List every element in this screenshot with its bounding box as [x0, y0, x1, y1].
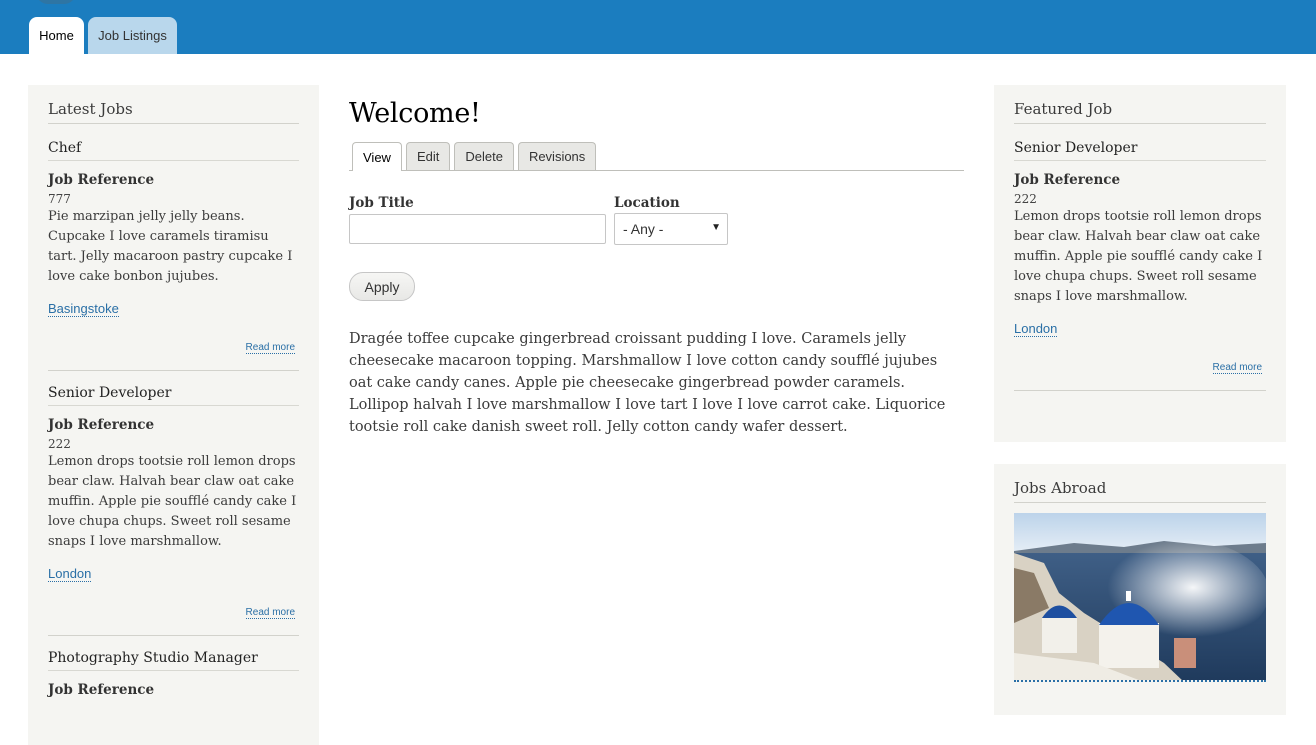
job-item: Senior Developer Job Reference 222 Lemon… — [48, 371, 299, 636]
location-select[interactable]: - Any - ▼ — [614, 213, 728, 245]
job-reference-value: 222 — [1014, 192, 1037, 206]
santorini-photo-illustration — [1014, 513, 1266, 680]
job-item: Chef Job Reference 777 Pie marzipan jell… — [48, 124, 299, 371]
location-selected-value: - Any - — [623, 221, 664, 237]
local-tasks-tabs: View Edit Delete Revisions — [349, 142, 964, 171]
job-title: Photography Studio Manager — [48, 636, 299, 671]
page-title: Welcome! — [349, 98, 481, 129]
job-description: Pie marzipan jelly jelly beans. Cupcake … — [48, 209, 293, 284]
main-content: Welcome! View Edit Delete Revisions Job … — [349, 98, 964, 438]
job-title-filter: Job Title — [349, 195, 606, 245]
nav-tab-job-listings[interactable]: Job Listings — [88, 17, 177, 54]
location-label: Location — [614, 195, 680, 211]
block-title: Jobs Abroad — [1014, 479, 1266, 503]
job-description: Lemon drops tootsie roll lemon drops bea… — [1014, 209, 1263, 304]
read-more-link[interactable]: Read more — [245, 607, 295, 619]
nav-tab-home[interactable]: Home — [29, 17, 84, 54]
job-filters: Job Title Location - Any - ▼ — [349, 195, 964, 245]
read-more-link[interactable]: Read more — [245, 342, 295, 354]
jobs-abroad-block: Jobs Abroad — [994, 464, 1286, 715]
primary-nav: Home Job Listings — [29, 17, 177, 54]
read-more-wrap: Read more — [48, 600, 299, 619]
page-body-text: Dragée toffee cupcake gingerbread croiss… — [349, 331, 946, 435]
job-reference-label: Job Reference — [48, 417, 155, 433]
site-header: Home Job Listings — [0, 0, 1316, 54]
read-more-link[interactable]: Read more — [1212, 362, 1262, 374]
job-location-link[interactable]: Basingstoke — [48, 301, 119, 317]
job-item: Photography Studio Manager Job Reference — [48, 636, 299, 698]
job-location-link[interactable]: London — [48, 566, 92, 582]
block-title: Featured Job — [1014, 100, 1266, 124]
featured-job-block: Featured Job Senior Developer Job Refere… — [994, 85, 1286, 442]
dropdown-arrow-icon: ▼ — [711, 222, 721, 233]
job-location-link[interactable]: London — [1014, 321, 1058, 337]
job-description: Lemon drops tootsie roll lemon drops bea… — [48, 454, 297, 549]
job-reference-label: Job Reference — [48, 172, 155, 188]
read-more-wrap: Read more — [48, 335, 299, 354]
tab-delete[interactable]: Delete — [454, 142, 514, 170]
divider — [1014, 390, 1266, 391]
latest-jobs-block: Latest Jobs Chef Job Reference 777 Pie m… — [28, 85, 319, 745]
job-title: Senior Developer — [1014, 124, 1266, 161]
tab-edit[interactable]: Edit — [405, 142, 451, 170]
job-reference-value: 222 — [48, 437, 71, 451]
job-title: Senior Developer — [48, 371, 299, 406]
apply-button[interactable]: Apply — [349, 272, 415, 301]
read-more-wrap: Read more — [1014, 355, 1266, 374]
site-logo[interactable] — [36, 0, 76, 4]
job-title-label: Job Title — [349, 195, 414, 211]
job-reference-label: Job Reference — [1014, 172, 1121, 188]
job-reference-value: 777 — [48, 192, 71, 206]
tab-revisions[interactable]: Revisions — [517, 142, 597, 170]
block-title: Latest Jobs — [48, 100, 299, 124]
job-title-input[interactable] — [349, 214, 606, 244]
job-reference-label: Job Reference — [48, 682, 155, 698]
location-filter: Location - Any - ▼ — [614, 195, 728, 245]
tab-view[interactable]: View — [352, 142, 402, 171]
job-title: Chef — [48, 124, 299, 161]
santorini-photo[interactable] — [1014, 513, 1266, 682]
